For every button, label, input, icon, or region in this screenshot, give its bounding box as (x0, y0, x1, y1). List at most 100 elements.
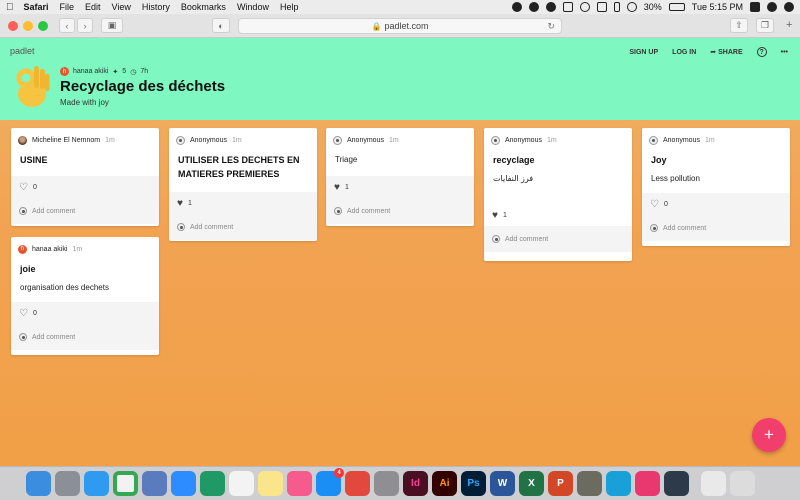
help-icon[interactable]: ? (756, 47, 767, 57)
zoom-icon[interactable] (171, 471, 196, 496)
forward-button[interactable]: › (77, 18, 93, 33)
menu-view[interactable]: View (112, 2, 131, 12)
login-link[interactable]: LOG IN (672, 49, 696, 56)
author-avatar[interactable] (491, 135, 500, 145)
post-card[interactable]: h hanaa akiki 1m joie organisation des d… (11, 237, 159, 355)
launchpad-icon[interactable] (55, 471, 80, 496)
menu-history[interactable]: History (142, 2, 170, 12)
notes-icon[interactable] (258, 471, 283, 496)
airplay-icon[interactable] (596, 2, 607, 12)
creative-cloud-icon[interactable] (562, 2, 573, 12)
close-window-icon[interactable] (8, 20, 18, 31)
menu-file[interactable]: File (60, 2, 75, 12)
menu-app-name[interactable]: Safari (24, 2, 49, 12)
post-card[interactable]: Anonymous 1m recyclage فرز النفايات ♥ 1 … (484, 128, 632, 261)
wifi-icon[interactable] (626, 2, 637, 12)
add-comment-button[interactable]: Add comment (326, 198, 474, 224)
app-icon[interactable] (577, 471, 602, 496)
add-comment-button[interactable]: Add comment (642, 215, 790, 241)
apple-menu-icon[interactable]:  (6, 2, 14, 13)
post-body: Triage (335, 155, 358, 164)
post-card[interactable]: Anonymous 1m Triage ♥ 1 Add comment (326, 128, 474, 226)
post-card[interactable]: Anonymous 1m Joy Less pollution ♡ 0 Add … (642, 128, 790, 246)
tools-icon[interactable] (545, 2, 556, 12)
word-icon[interactable]: W (490, 471, 515, 496)
new-tab-icon[interactable]: + (786, 19, 792, 31)
padlet-logo[interactable]: padlet (10, 46, 35, 56)
powerpoint-icon[interactable]: P (548, 471, 573, 496)
heart-icon[interactable]: ♡ (650, 199, 659, 210)
system-preferences-icon[interactable] (374, 471, 399, 496)
status-circle-icon[interactable] (528, 2, 539, 12)
heart-icon[interactable]: ♡ (19, 182, 28, 193)
author-name: hanaa akiki (32, 245, 68, 253)
photoshop-icon[interactable]: Ps (461, 471, 486, 496)
menu-bookmarks[interactable]: Bookmarks (181, 2, 226, 12)
downloads-folder-icon[interactable] (701, 471, 726, 496)
post-card[interactable]: Micheline El Nemnom 1m USINE ♡ 0 Add com… (11, 128, 159, 226)
indesign-icon[interactable]: Id (403, 471, 428, 496)
reload-icon[interactable]: ↻ (547, 21, 555, 32)
post-card[interactable]: Anonymous 1m UTILISER LES DECHETS EN MAT… (169, 128, 317, 241)
safari-icon[interactable] (84, 471, 109, 496)
anydesk-icon[interactable] (345, 471, 370, 496)
author-avatar[interactable]: h (18, 244, 27, 254)
input-source-icon[interactable] (750, 2, 760, 12)
notification-center-icon[interactable] (784, 2, 794, 12)
accessibility-icon[interactable] (606, 471, 631, 496)
menu-window[interactable]: Window (237, 2, 269, 12)
add-comment-button[interactable]: Add comment (169, 214, 317, 240)
sidebar-toggle-icon[interactable]: ▣ (101, 18, 123, 33)
menu-edit[interactable]: Edit (85, 2, 101, 12)
minimize-window-icon[interactable] (23, 20, 33, 31)
heart-filled-icon[interactable]: ♥ (177, 198, 183, 209)
privacy-shield-icon[interactable]: ◐ (212, 18, 230, 33)
add-comment-button[interactable]: Add comment (484, 226, 632, 252)
add-post-button[interactable]: + (752, 418, 786, 452)
address-bar[interactable]: 🔒 padlet.com ↻ (238, 18, 562, 34)
clock[interactable]: Tue 5:15 PM (692, 2, 743, 12)
illustrator-icon[interactable]: Ai (432, 471, 457, 496)
quicktime-icon[interactable] (664, 471, 689, 496)
heart-filled-icon[interactable]: ♥ (492, 210, 498, 221)
excel-icon[interactable]: X (519, 471, 544, 496)
post-title: UTILISER LES DECHETS EN MATIERES PREMIER… (178, 155, 300, 179)
zoom-window-icon[interactable] (38, 20, 48, 31)
share-icon[interactable]: ⇧ (730, 18, 748, 33)
chrome-icon[interactable] (113, 471, 138, 496)
app-store-badge: 4 (334, 468, 344, 478)
add-comment-button[interactable]: Add comment (11, 324, 159, 350)
author-avatar[interactable] (649, 135, 658, 145)
board-title: Recyclage des déchets (60, 78, 226, 95)
add-comment-label: Add comment (505, 235, 549, 243)
post-time: 1m (704, 136, 715, 144)
heart-icon[interactable]: ♡ (19, 308, 28, 319)
battery-icon[interactable] (668, 3, 685, 11)
bluetooth-icon[interactable] (613, 2, 620, 12)
commenter-avatar-icon (334, 207, 342, 215)
time-machine-icon[interactable] (579, 2, 590, 12)
facetime-icon[interactable] (200, 471, 225, 496)
back-button[interactable]: ‹ (59, 18, 75, 33)
finder-icon[interactable] (26, 471, 51, 496)
signup-link[interactable]: SIGN UP (629, 49, 658, 56)
author-avatar[interactable] (176, 135, 185, 145)
menu-help[interactable]: Help (280, 2, 299, 12)
trash-icon[interactable] (730, 471, 755, 496)
heart-filled-icon[interactable]: ♥ (334, 182, 340, 193)
share-button[interactable]: ➦ SHARE (710, 48, 742, 56)
creative-cloud-dock-icon[interactable] (635, 471, 660, 496)
author-avatar[interactable] (18, 135, 27, 145)
photos-icon[interactable] (229, 471, 254, 496)
music-icon[interactable] (287, 471, 312, 496)
tabs-overview-icon[interactable]: ❐ (756, 18, 774, 33)
owner-avatar[interactable]: h (60, 67, 69, 76)
more-options-icon[interactable]: ••• (781, 49, 788, 56)
record-icon[interactable] (511, 2, 522, 12)
preview-icon[interactable] (142, 471, 167, 496)
author-avatar[interactable] (333, 135, 342, 145)
add-comment-button[interactable]: Add comment (11, 198, 159, 224)
search-icon[interactable] (767, 2, 777, 12)
owner-name[interactable]: hanaa akiki (73, 68, 108, 75)
app-store-icon[interactable]: 4 (316, 468, 344, 496)
